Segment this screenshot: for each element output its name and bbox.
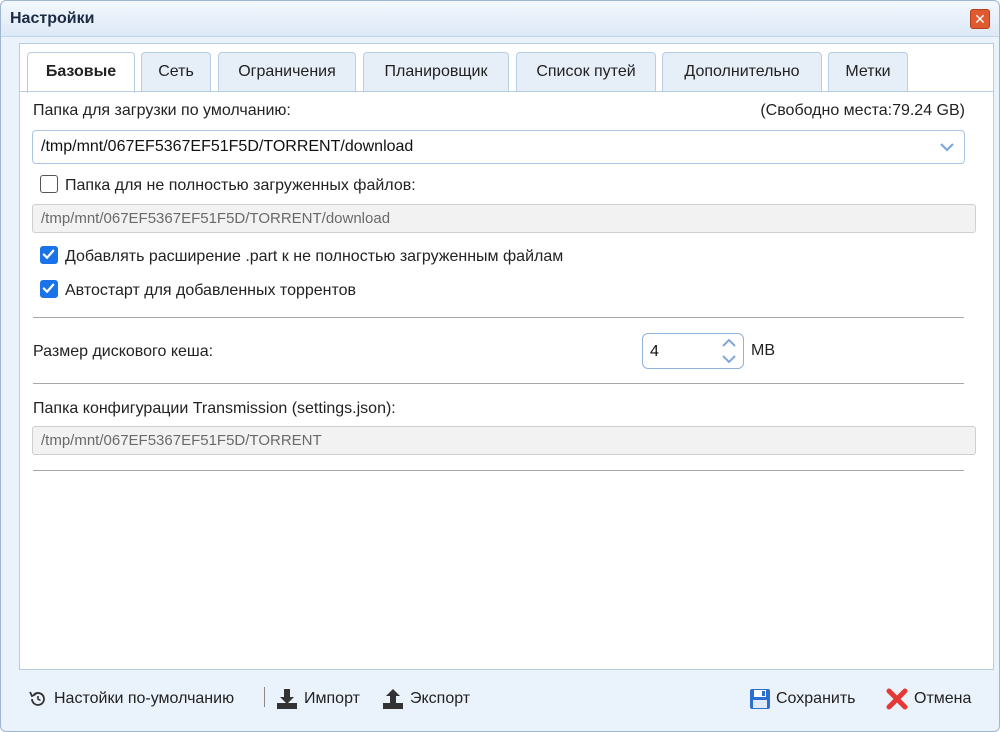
save-button[interactable]: Сохранить [749,685,856,713]
import-label: Импорт [304,690,360,707]
chevron-up-icon[interactable] [718,335,740,351]
divider [33,383,964,384]
close-button[interactable]: ✕ [970,9,990,29]
config-folder-label: Папка конфигурации Transmission (setting… [33,400,396,417]
tab-limits[interactable]: Ограничения [218,52,356,92]
part-extension-checkbox[interactable] [40,246,58,264]
export-icon [383,689,403,709]
import-button[interactable]: Импорт [275,685,360,713]
part-extension-label: Добавлять расширение .part к не полность… [65,248,564,265]
incomplete-folder-label: Папка для не полностью загруженных файло… [65,177,416,194]
cache-size-value: 4 [650,343,659,360]
free-space-text: (Свободно места:79.24 GB) [760,102,965,119]
tab-scheduler[interactable]: Планировщик [363,52,509,92]
autostart-checkbox[interactable] [40,280,58,298]
import-icon [277,689,297,709]
tab-underline [20,91,993,92]
tab-network[interactable]: Сеть [141,52,211,92]
tab-path-list[interactable]: Список путей [516,52,656,92]
reset-icon [29,691,45,706]
export-button[interactable]: Экспорт [381,685,470,713]
dialog-title: Настройки [10,10,95,27]
autostart-label: Автостарт для добавленных торрентов [65,282,357,299]
incomplete-folder-value: /tmp/mnt/067EF5367EF51F5D/TORRENT/downlo… [41,210,391,227]
divider [33,470,964,471]
cancel-button[interactable]: Отмена [885,685,971,713]
chevron-down-icon [940,143,954,152]
export-label: Экспорт [410,690,471,707]
settings-panel: Базовые Сеть Ограничения Планировщик Спи… [19,43,994,670]
save-icon [750,689,770,709]
tab-labels[interactable]: Метки [828,52,908,92]
cache-size-unit: MB [751,342,775,359]
cancel-label: Отмена [914,690,972,707]
tab-basic[interactable]: Базовые [27,52,135,93]
close-icon [886,688,908,710]
divider [33,317,964,318]
save-label: Сохранить [776,690,856,707]
incomplete-folder-field: /tmp/mnt/067EF5367EF51F5D/TORRENT/downlo… [32,204,976,233]
config-folder-value: /tmp/mnt/067EF5367EF51F5D/TORRENT [41,432,322,449]
checkmark-icon [42,249,55,259]
defaults-label: Настойки по-умолчанию [54,690,235,707]
download-folder-select[interactable]: /tmp/mnt/067EF5367EF51F5D/TORRENT/downlo… [32,130,965,164]
chevron-down-icon[interactable] [718,351,740,367]
tab-advanced[interactable]: Дополнительно [662,52,822,92]
defaults-button[interactable]: Настойки по-умолчанию [27,685,234,713]
checkmark-icon [42,283,55,293]
cache-size-label: Размер дискового кеша: [33,343,214,360]
cache-size-spinner[interactable]: 4 [642,333,744,369]
config-folder-field: /tmp/mnt/067EF5367EF51F5D/TORRENT [32,426,976,455]
separator [264,687,265,707]
download-folder-label: Папка для загрузки по умолчанию: [33,102,291,119]
incomplete-folder-checkbox[interactable] [40,175,58,193]
title-bar[interactable]: Настройки ✕ [1,1,999,37]
settings-dialog: Настройки ✕ Базовые Сеть Ограничения Пла… [0,0,1000,732]
download-folder-value: /tmp/mnt/067EF5367EF51F5D/TORRENT/downlo… [41,138,414,155]
